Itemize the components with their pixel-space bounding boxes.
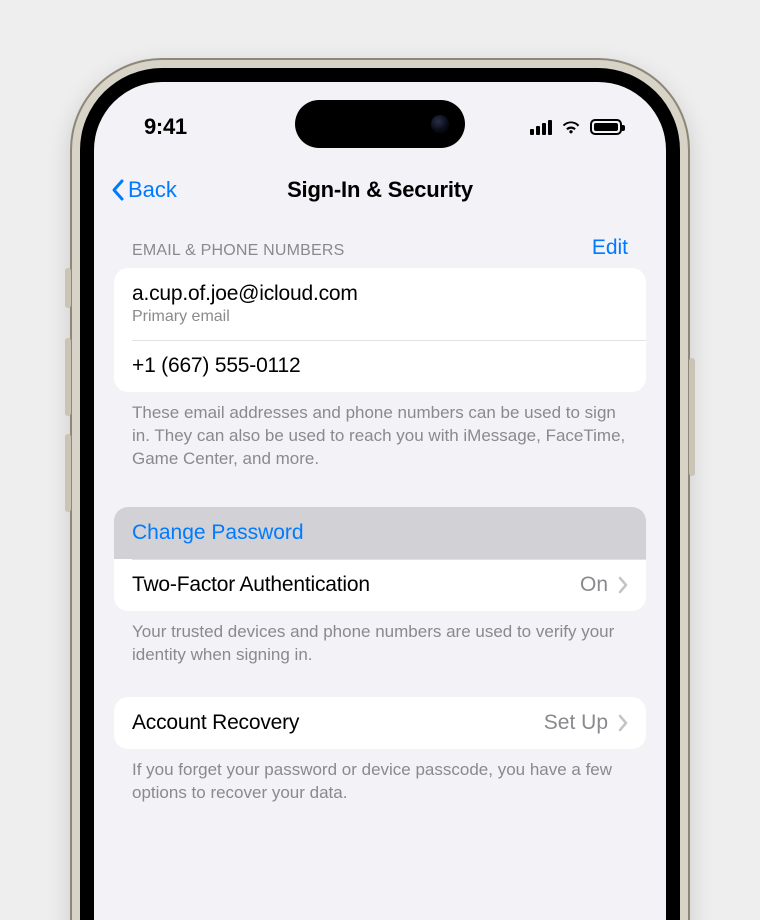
battery-icon xyxy=(590,119,622,135)
status-indicators xyxy=(530,119,622,135)
cellular-icon xyxy=(530,119,552,135)
content: EMAIL & PHONE NUMBERS Edit a.cup.of.joe@… xyxy=(94,218,666,805)
email-row[interactable]: a.cup.of.joe@icloud.com Primary email xyxy=(114,268,646,340)
security-footer: Your trusted devices and phone numbers a… xyxy=(114,611,646,667)
account-recovery-label: Account Recovery xyxy=(132,711,299,735)
side-button-power xyxy=(689,358,695,476)
account-recovery-row[interactable]: Account Recovery Set Up xyxy=(114,697,646,749)
chevron-left-icon xyxy=(110,178,126,202)
side-button-silence xyxy=(65,268,71,308)
section-header-contacts: EMAIL & PHONE NUMBERS xyxy=(132,242,345,260)
status-time: 9:41 xyxy=(144,114,187,140)
email-sublabel: Primary email xyxy=(132,308,628,326)
section-header-row: EMAIL & PHONE NUMBERS Edit xyxy=(114,218,646,268)
phone-bezel: 9:41 xyxy=(80,68,680,920)
contacts-footer: These email addresses and phone numbers … xyxy=(114,392,646,471)
chevron-right-icon xyxy=(618,714,628,732)
back-button[interactable]: Back xyxy=(110,177,177,203)
phone-frame: 9:41 xyxy=(70,58,690,920)
email-value: a.cup.of.joe@icloud.com xyxy=(132,282,628,306)
phone-value: +1 (667) 555-0112 xyxy=(132,354,628,378)
recovery-footer: If you forget your password or device pa… xyxy=(114,749,646,805)
change-password-row[interactable]: Change Password xyxy=(114,507,646,559)
two-factor-value: On xyxy=(580,573,608,597)
back-label: Back xyxy=(128,177,177,203)
account-recovery-value: Set Up xyxy=(544,711,608,735)
change-password-label: Change Password xyxy=(132,521,304,545)
contact-group: a.cup.of.joe@icloud.com Primary email +1… xyxy=(114,268,646,392)
phone-row[interactable]: +1 (667) 555-0112 xyxy=(114,340,646,392)
nav-bar: Back Sign-In & Security xyxy=(94,162,666,218)
chevron-right-icon xyxy=(618,576,628,594)
edit-button[interactable]: Edit xyxy=(592,236,628,260)
side-button-vol-down xyxy=(65,434,71,512)
dynamic-island xyxy=(295,100,465,148)
two-factor-row[interactable]: Two-Factor Authentication On xyxy=(114,559,646,611)
page-title: Sign-In & Security xyxy=(287,177,473,203)
screen: 9:41 xyxy=(94,82,666,920)
camera-icon xyxy=(431,115,449,133)
wifi-icon xyxy=(560,119,582,135)
two-factor-label: Two-Factor Authentication xyxy=(132,573,370,597)
side-button-vol-up xyxy=(65,338,71,416)
security-group: Change Password Two-Factor Authenticatio… xyxy=(114,507,646,611)
recovery-group: Account Recovery Set Up xyxy=(114,697,646,749)
canvas: 9:41 xyxy=(0,0,760,920)
